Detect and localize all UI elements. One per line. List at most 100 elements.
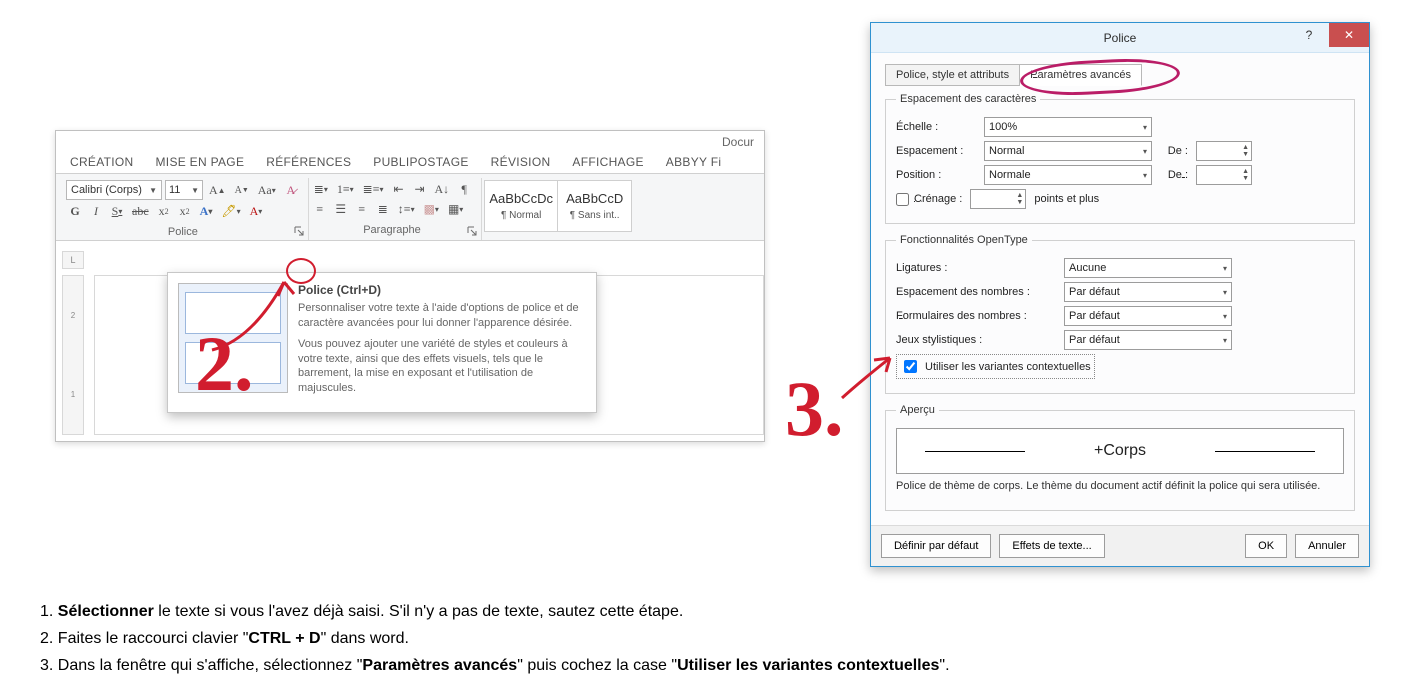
align-right-icon[interactable]: ≡ — [353, 200, 371, 218]
bullets-icon[interactable]: ≣▾ — [311, 180, 331, 198]
numforms-value: Par défaut — [1069, 310, 1120, 322]
page[interactable]: Police (Ctrl+D) Personnaliser votre text… — [94, 275, 764, 435]
tab-revision[interactable]: RÉVISION — [491, 155, 551, 169]
line-spacing-icon[interactable]: ↕≡▾ — [395, 200, 418, 218]
paragraph-dialog-launcher[interactable] — [465, 224, 479, 238]
chevron-down-icon: ▾ — [1223, 264, 1227, 273]
cancel-button[interactable]: Annuler — [1295, 534, 1359, 558]
styleset-value: Par défaut — [1069, 334, 1120, 346]
ligatures-label: Ligatures : — [896, 262, 1056, 274]
kerning-suffix: points et plus — [1034, 193, 1099, 205]
font-name-combo[interactable]: Calibri (Corps) ▼ — [66, 180, 162, 200]
styleset-combo[interactable]: Par défaut ▾ — [1064, 330, 1232, 350]
styleset-label: Jeux stylistiques : — [896, 334, 1056, 346]
position-combo[interactable]: Normale ▾ — [984, 165, 1152, 185]
group-police: Calibri (Corps) ▼ 11 ▼ A▲ A▼ Aa ▾ A̷ G I… — [64, 178, 309, 240]
dialog-titlebar[interactable]: Police ? ✕ — [871, 23, 1369, 53]
de-label: De : — [1160, 169, 1188, 181]
chevron-down-icon: ▾ — [1143, 123, 1147, 132]
align-center-icon[interactable]: ☰ — [332, 200, 350, 218]
close-button[interactable]: ✕ — [1329, 23, 1369, 47]
dialog-tabs: Police, style et attributs Paramètres av… — [885, 63, 1355, 85]
chevron-down-icon: ▾ — [1223, 288, 1227, 297]
text-effects-button[interactable]: Effets de texte... — [999, 534, 1104, 558]
kerning-label: Crénage : — [914, 193, 962, 205]
contextual-alternates-label: Utiliser les variantes contextuelles — [925, 361, 1091, 373]
sort-icon[interactable]: A↓ — [432, 180, 453, 198]
group-espacement: Espacement des caractères Échelle : 100%… — [885, 93, 1355, 224]
tab-parametres-avances[interactable]: Paramètres avancés — [1020, 64, 1142, 86]
clear-formatting-icon[interactable]: A̷ — [282, 181, 300, 199]
scale-combo[interactable]: 100% ▾ — [984, 117, 1152, 137]
preview-line — [925, 451, 1025, 452]
increase-indent-icon[interactable]: ⇥ — [411, 180, 429, 198]
contextual-alternates-checkbox[interactable] — [904, 360, 917, 373]
subscript-button[interactable]: x2 — [155, 202, 173, 220]
set-default-button[interactable]: Définir par défaut — [881, 534, 991, 558]
tooltip-thumbnail — [178, 283, 288, 393]
font-color-icon[interactable]: A▾ — [247, 202, 266, 220]
highlight-icon[interactable]: 🖊▾ — [218, 202, 243, 220]
superscript-button[interactable]: x2 — [176, 202, 194, 220]
tab-miseenpage[interactable]: MISE EN PAGE — [156, 155, 245, 169]
show-marks-icon[interactable]: ¶ — [455, 180, 473, 198]
tab-references[interactable]: RÉFÉRENCES — [266, 155, 351, 169]
preview-line — [1215, 451, 1315, 452]
launcher-icon — [294, 226, 304, 236]
police-dialog-launcher[interactable] — [292, 224, 306, 238]
multilevel-icon[interactable]: ≣≡▾ — [360, 180, 387, 198]
apercu-legend: Aperçu — [896, 404, 939, 416]
underline-button[interactable]: S ▾ — [108, 202, 126, 220]
style-normal[interactable]: AaBbCcDc ¶ Normal — [484, 180, 558, 232]
font-size-combo[interactable]: 11 ▼ — [165, 180, 203, 200]
ligatures-value: Aucune — [1069, 262, 1106, 274]
numbering-icon[interactable]: 1≡▾ — [334, 180, 357, 198]
group-espacement-legend: Espacement des caractères — [896, 93, 1040, 105]
ok-button[interactable]: OK — [1245, 534, 1287, 558]
group-styles: AaBbCcDc ¶ Normal AaBbCcD ¶ Sans int.. — [482, 178, 640, 240]
align-left-icon[interactable]: ≡ — [311, 200, 329, 218]
position-label: Position : — [896, 169, 976, 181]
numforms-combo[interactable]: Par défaut ▾ — [1064, 306, 1232, 326]
ligatures-combo[interactable]: Aucune ▾ — [1064, 258, 1232, 278]
spacing-by-spinner[interactable]: ▲▼ — [1196, 141, 1252, 161]
ribbon-content: Calibri (Corps) ▼ 11 ▼ A▲ A▼ Aa ▾ A̷ G I… — [56, 173, 764, 241]
tab-publipostage[interactable]: PUBLIPOSTAGE — [373, 155, 468, 169]
strike-button[interactable]: abc — [129, 202, 152, 220]
style-sans-interligne[interactable]: AaBbCcD ¶ Sans int.. — [558, 180, 632, 232]
change-case-icon[interactable]: Aa ▾ — [255, 181, 279, 199]
preview-note: Police de thème de corps. Le thème du do… — [896, 480, 1344, 492]
ribbon-tabs: CRÉATION MISE EN PAGE RÉFÉRENCES PUBLIPO… — [56, 149, 764, 173]
word-ribbon-panel: Docur CRÉATION MISE EN PAGE RÉFÉRENCES P… — [55, 130, 765, 442]
kerning-spinner[interactable]: ▲▼ — [970, 189, 1026, 209]
tab-affichage[interactable]: AFFICHAGE — [572, 155, 643, 169]
contextual-alternates-row: Utiliser les variantes contextuelles — [896, 354, 1095, 379]
help-button[interactable]: ? — [1289, 23, 1329, 47]
document-body: 2 1 Police (Ctrl+D) Personnaliser votre … — [56, 265, 764, 441]
shading-icon[interactable]: ▩▾ — [421, 200, 442, 218]
borders-icon[interactable]: ▦▾ — [445, 200, 466, 218]
italic-button[interactable]: I — [87, 202, 105, 220]
group-paragraphe: ≣▾ 1≡▾ ≣≡▾ ⇤ ⇥ A↓ ¶ ≡ ☰ ≡ ≣ ↕≡▾ ▩▾ ▦▾ Pa… — [309, 178, 482, 240]
chevron-down-icon: ▾ — [1143, 147, 1147, 156]
instructions: 1. Sélectionner le texte si vous l'avez … — [40, 598, 950, 680]
style-preview: AaBbCcDc — [489, 191, 553, 206]
tooltip-title: Police (Ctrl+D) — [298, 283, 586, 297]
text-effects-icon[interactable]: A ▾ — [197, 202, 216, 220]
increase-font-icon[interactable]: A▲ — [206, 181, 229, 199]
spacing-combo[interactable]: Normal ▾ — [984, 141, 1152, 161]
position-by-spinner[interactable]: ▲▼ — [1196, 165, 1252, 185]
bold-button[interactable]: G — [66, 202, 84, 220]
tab-creation[interactable]: CRÉATION — [70, 155, 134, 169]
justify-icon[interactable]: ≣ — [374, 200, 392, 218]
tab-abbyy[interactable]: ABBYY Fi — [666, 155, 722, 169]
tooltip-paragraph: Vous pouvez ajouter une variété de style… — [298, 337, 586, 396]
tab-police-style[interactable]: Police, style et attributs — [885, 64, 1020, 86]
tooltip-paragraph: Personnaliser votre texte à l'aide d'opt… — [298, 301, 586, 331]
launcher-icon — [467, 226, 477, 236]
decrease-indent-icon[interactable]: ⇤ — [390, 180, 408, 198]
decrease-font-icon[interactable]: A▼ — [232, 181, 252, 199]
kerning-checkbox[interactable] — [896, 193, 909, 206]
scale-label: Échelle : — [896, 121, 976, 133]
numspacing-combo[interactable]: Par défaut ▾ — [1064, 282, 1232, 302]
